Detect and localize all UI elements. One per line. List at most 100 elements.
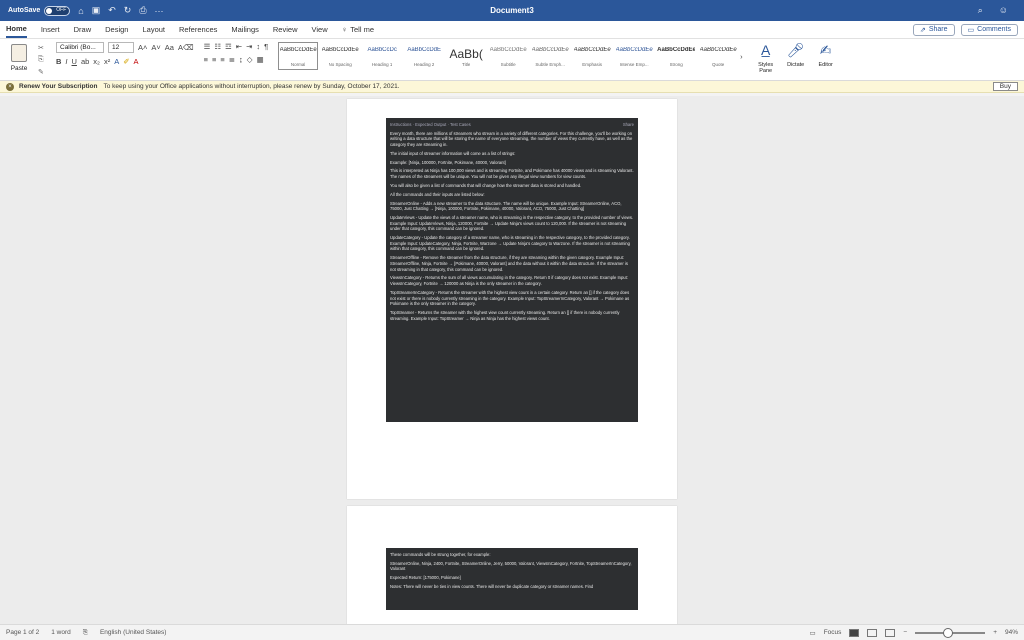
paragraph: UpdateCategory - Update the category of … <box>390 235 630 252</box>
web-layout-view-button[interactable] <box>867 628 878 637</box>
style-sample: AaBbCcDdEe <box>321 47 359 53</box>
style-intense-emphasis[interactable]: AaBbCcDdEe Intense Emp... <box>614 42 654 70</box>
style-emphasis[interactable]: AaBbCcDdEe Emphasis <box>572 42 612 70</box>
tab-review[interactable]: Review <box>273 22 298 37</box>
close-icon[interactable]: × <box>6 82 14 91</box>
zoom-level[interactable]: 94% <box>1005 629 1018 636</box>
borders-icon[interactable]: ▦ <box>257 55 264 64</box>
styles-more-icon[interactable]: › <box>740 52 743 61</box>
tab-mailings[interactable]: Mailings <box>231 22 259 37</box>
clear-formatting-icon[interactable]: A⌫ <box>178 43 194 52</box>
font-size-dropdown[interactable]: 12 <box>108 42 134 53</box>
page-2[interactable]: These commands will be strung together, … <box>347 506 677 624</box>
paragraph: All the commands and their inputs are li… <box>390 191 485 197</box>
styles-pane-button[interactable]: A̲ Styles Pane <box>753 42 779 74</box>
line-spacing-icon[interactable]: ↨ <box>239 55 243 64</box>
editor-icon: ✍︎ <box>819 42 832 58</box>
style-sample: AaBbCcDc <box>367 47 397 53</box>
style-subtitle[interactable]: AaBbCcDdEe Subtitle <box>488 42 528 70</box>
word-count[interactable]: 1 word <box>51 629 71 636</box>
style-quote[interactable]: AaBbCcDdEe Quote <box>698 42 738 70</box>
style-heading-1[interactable]: AaBbCcDc Heading 1 <box>362 42 402 70</box>
shading-icon[interactable]: ◇ <box>247 55 253 64</box>
paragraph: Expected Return: [175000, Pokimane] <box>390 575 461 581</box>
italic-icon[interactable]: I <box>65 57 67 66</box>
account-icon[interactable]: ☺ <box>999 5 1008 16</box>
tab-draw[interactable]: Draw <box>74 22 92 37</box>
autosave-state: OFF <box>56 6 67 13</box>
zoom-slider-thumb[interactable] <box>943 627 954 638</box>
font-color-icon[interactable]: A <box>134 57 139 66</box>
tab-references[interactable]: References <box>179 22 217 37</box>
decrease-indent-icon[interactable]: ⇤ <box>236 42 242 51</box>
language[interactable]: English (United States) <box>100 629 166 636</box>
format-painter-icon[interactable]: ✎ <box>38 68 50 76</box>
outline-view-button[interactable] <box>885 628 896 637</box>
tab-design[interactable]: Design <box>105 22 128 37</box>
tab-view[interactable]: View <box>311 22 327 37</box>
print-layout-view-button[interactable] <box>849 628 860 637</box>
dictate-button[interactable]: 🎤︎ Dictate <box>783 42 809 68</box>
change-case-icon[interactable]: Aa <box>165 43 174 52</box>
tab-insert[interactable]: Insert <box>41 22 60 37</box>
paragraph: Notes: There will never be ties in view … <box>390 584 594 590</box>
text-effects-icon[interactable]: A <box>114 57 119 66</box>
redo-icon[interactable]: ↻ <box>124 5 132 16</box>
document-canvas[interactable]: Instructions · Expected Output · Test Ca… <box>0 96 1024 624</box>
style-strong[interactable]: AaBbCcDdEe Strong <box>656 42 696 70</box>
paste-button[interactable]: Paste <box>6 42 32 72</box>
grow-font-icon[interactable]: A˄ <box>138 43 147 52</box>
increase-indent-icon[interactable]: ⇥ <box>246 42 252 51</box>
comments-label: Comments <box>977 26 1011 33</box>
tell-me-box[interactable]: ♀ Tell me <box>342 22 374 37</box>
share-button[interactable]: ⇗ Share <box>912 23 955 36</box>
buy-button[interactable]: Buy <box>992 82 1018 91</box>
focus-button[interactable]: Focus <box>824 629 842 636</box>
align-center-icon[interactable]: ≡ <box>212 55 216 64</box>
show-marks-icon[interactable]: ¶ <box>264 42 268 51</box>
style-no-spacing[interactable]: AaBbCcDdEe No Spacing <box>320 42 360 70</box>
editor-button[interactable]: ✍︎ Editor <box>813 42 839 68</box>
style-subtle-emphasis[interactable]: AaBbCcDdEe Subtle Emph... <box>530 42 570 70</box>
proofing-icon[interactable]: ⎘ <box>83 629 88 637</box>
numbering-icon[interactable]: ☷ <box>214 42 221 51</box>
subscript-icon[interactable]: x₂ <box>93 57 100 66</box>
save-icon[interactable]: ▣ <box>92 5 101 16</box>
paragraph: StreamerOnline, Ninja, 2400, Fortnite, S… <box>390 560 632 572</box>
justify-icon[interactable]: ≣ <box>229 55 235 64</box>
sort-icon[interactable]: ↕ <box>256 42 260 51</box>
paragraph: StreamerOnline - Adds a new streamer to … <box>390 200 622 212</box>
strikethrough-icon[interactable]: ab <box>81 57 89 66</box>
style-title[interactable]: AaBb( Title <box>446 42 486 70</box>
zoom-out-icon[interactable]: − <box>903 629 907 636</box>
highlight-icon[interactable]: ✐ <box>123 57 129 66</box>
page-1[interactable]: Instructions · Expected Output · Test Ca… <box>347 99 677 499</box>
multilevel-list-icon[interactable]: ☲ <box>225 42 232 51</box>
bullets-icon[interactable]: ☰ <box>204 42 211 51</box>
bold-icon[interactable]: B <box>56 57 61 66</box>
undo-icon[interactable]: ↶ <box>108 5 116 16</box>
print-icon[interactable]: ⎙ <box>139 5 146 16</box>
page-count[interactable]: Page 1 of 2 <box>6 629 39 636</box>
home-icon[interactable]: ⌂ <box>78 6 83 16</box>
comments-button[interactable]: ▭ Comments <box>960 23 1018 36</box>
tab-home[interactable]: Home <box>6 21 27 38</box>
styles-pane-icon: A̲ <box>760 42 771 58</box>
paragraph: These commands will be strung together, … <box>390 552 491 557</box>
more-icon[interactable]: ··· <box>155 6 164 16</box>
style-normal[interactable]: AaBbCcDdEe Normal <box>278 42 319 70</box>
zoom-slider[interactable] <box>915 627 986 638</box>
shrink-font-icon[interactable]: A˅ <box>151 43 160 52</box>
autosave-toggle[interactable]: OFF <box>44 5 71 16</box>
font-name-dropdown[interactable]: Calibri (Bo... <box>56 42 104 53</box>
align-left-icon[interactable]: ≡ <box>204 55 208 64</box>
zoom-in-icon[interactable]: + <box>993 629 997 636</box>
style-heading-2[interactable]: AaBbCcDdE Heading 2 <box>404 42 444 70</box>
search-icon[interactable]: ⌕ <box>978 5 983 16</box>
align-right-icon[interactable]: ≡ <box>220 55 224 64</box>
tab-layout[interactable]: Layout <box>142 22 165 37</box>
copy-icon[interactable]: ⎘ <box>38 56 50 64</box>
underline-icon[interactable]: U <box>72 57 77 66</box>
cut-icon[interactable]: ✂ <box>38 44 50 52</box>
superscript-icon[interactable]: x² <box>104 57 110 66</box>
